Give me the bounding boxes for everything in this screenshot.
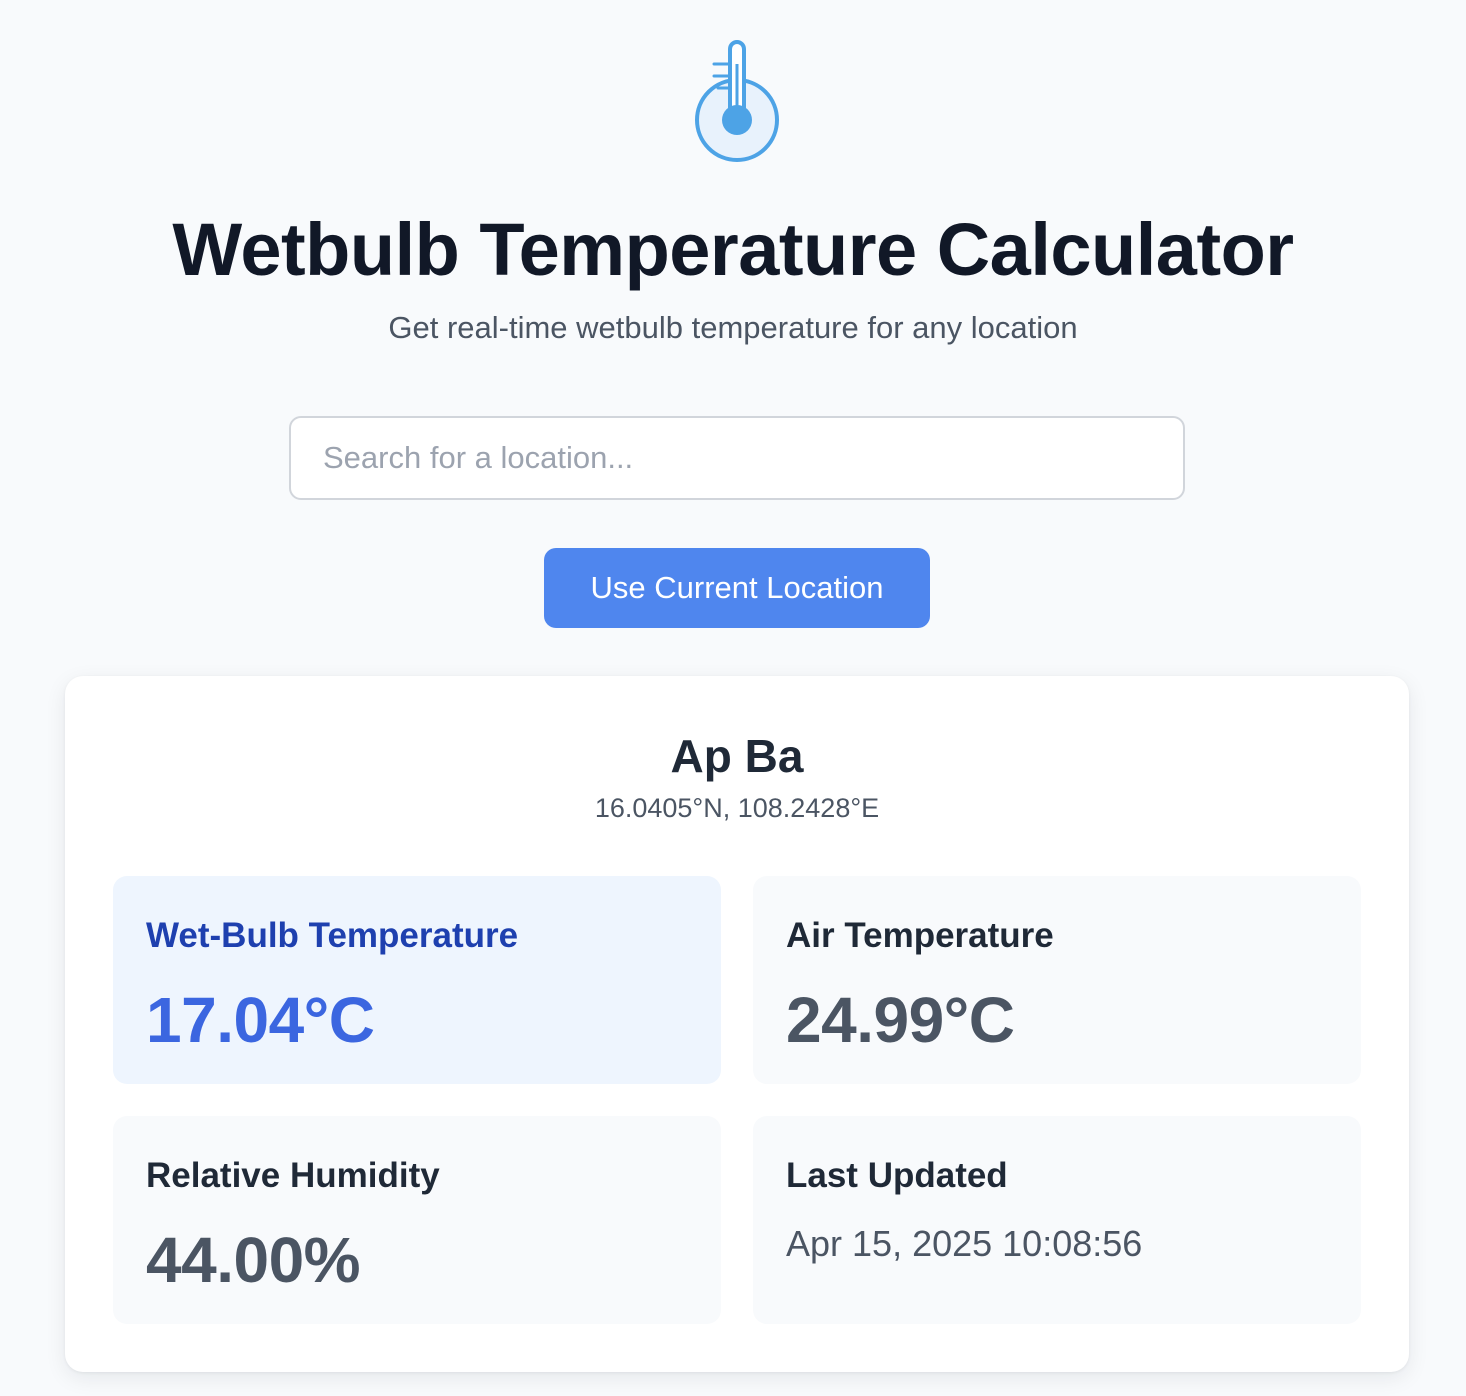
page-title: Wetbulb Temperature Calculator bbox=[172, 208, 1294, 291]
location-name: Ap Ba bbox=[670, 730, 804, 782]
weather-result-card: Ap Ba 16.0405°N, 108.2428°E Wet-Bulb Tem… bbox=[65, 676, 1409, 1372]
wet-bulb-tile: Wet-Bulb Temperature 17.04°C bbox=[113, 876, 721, 1084]
air-temperature-value: 24.99°C bbox=[786, 984, 1015, 1056]
wet-bulb-value: 17.04°C bbox=[146, 984, 375, 1056]
air-temperature-tile: Air Temperature 24.99°C bbox=[753, 876, 1361, 1084]
location-coordinates: 16.0405°N, 108.2428°E bbox=[594, 793, 880, 823]
humidity-value: 44.00% bbox=[146, 1224, 361, 1296]
thermometer-icon bbox=[695, 40, 779, 162]
last-updated-tile: Last Updated Apr 15, 2025 10:08:56 bbox=[753, 1116, 1361, 1324]
wet-bulb-label: Wet-Bulb Temperature bbox=[146, 916, 519, 955]
humidity-label: Relative Humidity bbox=[146, 1156, 440, 1195]
page-subtitle: Get real-time wetbulb temperature for an… bbox=[388, 310, 1078, 345]
last-updated-label: Last Updated bbox=[786, 1156, 1008, 1195]
last-updated-value: Apr 15, 2025 10:08:56 bbox=[786, 1223, 1143, 1264]
humidity-tile: Relative Humidity 44.00% bbox=[113, 1116, 721, 1324]
air-temperature-label: Air Temperature bbox=[786, 916, 1054, 955]
use-current-location-button[interactable]: Use Current Location bbox=[544, 548, 930, 628]
location-search-input[interactable] bbox=[289, 416, 1185, 500]
app-page: Wetbulb Temperature Calculator Get real-… bbox=[0, 0, 1466, 1396]
